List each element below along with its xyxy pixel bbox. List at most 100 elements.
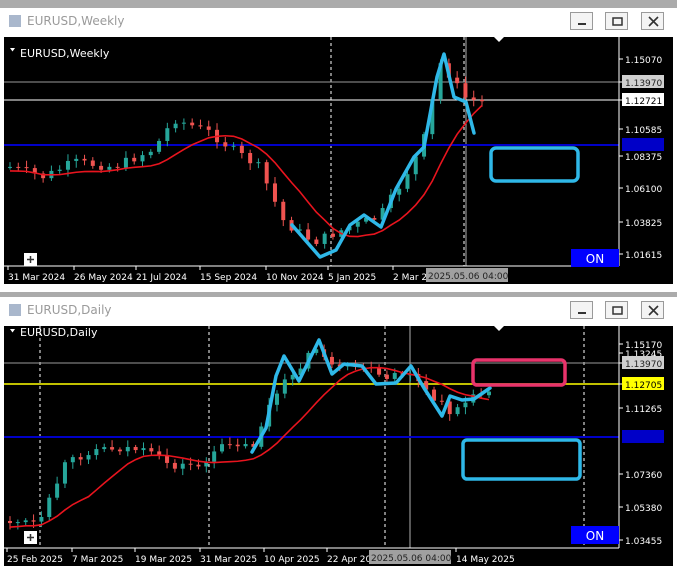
- candle-body: [322, 233, 327, 244]
- maximize-button[interactable]: [605, 12, 628, 30]
- candle-body: [140, 155, 145, 162]
- daily-window-title: EURUSD,Daily: [27, 303, 112, 317]
- candle-body: [70, 457, 75, 463]
- chart-menu-triangle-icon[interactable]: [10, 329, 15, 333]
- price-axis-label: 1.06100: [625, 185, 662, 195]
- close-icon: [648, 305, 659, 316]
- target-zone-rectangle[interactable]: [461, 438, 582, 481]
- weekly-on-label: ON: [586, 252, 604, 266]
- weekly-expand-button[interactable]: [24, 253, 37, 266]
- maximize-button[interactable]: [605, 301, 628, 319]
- weekly-title-bar[interactable]: EURUSD,Weekly: [0, 8, 677, 34]
- price-axis-label: 1.03455: [625, 537, 662, 547]
- candle-body: [102, 447, 107, 450]
- daily-chart-area[interactable]: 1.15170 1.13245 1.13970 1.12705 1.11265 1.073…: [4, 326, 673, 566]
- candle-body: [377, 367, 382, 375]
- candle-body: [173, 123, 178, 129]
- candle-body: [248, 153, 253, 164]
- candle-body: [439, 400, 444, 402]
- candle-body: [125, 446, 130, 452]
- candle-body: [123, 157, 128, 168]
- chart-window-icon: [9, 304, 21, 316]
- weekly-chart-svg[interactable]: 1.15070 1.13970 1.12721 1.10585 1.08375 1.061…: [4, 37, 673, 284]
- candle-body: [8, 521, 12, 524]
- candle-body: [231, 145, 236, 147]
- candle-body: [223, 142, 228, 147]
- candle-body: [47, 497, 52, 517]
- candle-body: [274, 393, 279, 405]
- daily-on-button[interactable]: ON: [571, 526, 619, 544]
- candle-body: [23, 520, 28, 523]
- chart-shift-marker-icon: [494, 37, 504, 42]
- weekly-chart-window: EURUSD,Weekly 1.15070 1.13970 1.12721 1.105…: [0, 8, 677, 292]
- crosshair-time-label: 2025.05.06 04:00: [371, 554, 452, 564]
- candle-body: [141, 448, 146, 451]
- time-axis-label: 19 Mar 2025: [135, 555, 192, 565]
- candle-body: [198, 125, 203, 127]
- candle-body: [15, 522, 20, 524]
- candle-body: [190, 122, 195, 126]
- chart-shift-marker-icon: [494, 326, 504, 331]
- candle-body: [196, 464, 201, 467]
- weekly-chart-area[interactable]: 1.15070 1.13970 1.12721 1.10585 1.08375 1.061…: [4, 37, 673, 284]
- candle-body: [74, 158, 79, 161]
- candle-body: [16, 166, 21, 168]
- candle-body: [480, 99, 484, 102]
- moving-average-line: [9, 104, 483, 238]
- daily-expand-button[interactable]: [24, 531, 37, 544]
- price-axis-label: 1.07360: [625, 471, 662, 481]
- candle-body: [39, 516, 44, 522]
- resistance-zone-rectangle[interactable]: [471, 358, 567, 387]
- candle-body: [181, 122, 186, 124]
- price-axis-label: 1.03825: [625, 219, 662, 229]
- minimize-button[interactable]: [570, 301, 593, 319]
- price-axis-label: 1.05380: [625, 504, 662, 514]
- minimize-button[interactable]: [570, 12, 593, 30]
- price-axis-label: 1.12705: [625, 381, 662, 391]
- weekly-on-button[interactable]: ON: [571, 249, 619, 267]
- time-axis-label: 21 Jul 2024: [136, 273, 187, 283]
- price-axis-label: 1.01615: [625, 251, 662, 261]
- maximize-icon: [612, 17, 623, 26]
- candle-body: [463, 83, 468, 98]
- daily-title-bar[interactable]: EURUSD,Daily: [0, 297, 677, 323]
- time-axis-label: 31 Mar 2024: [8, 273, 65, 283]
- support-level-tag: [622, 430, 664, 443]
- candle-body: [117, 449, 122, 452]
- price-axis-label: 1.10585: [625, 126, 662, 136]
- candle-body: [65, 160, 70, 170]
- candle-body: [405, 174, 410, 189]
- time-axis-label: 5 Jan 2025: [328, 273, 376, 283]
- candle-body: [264, 162, 269, 184]
- weekly-window-title: EURUSD,Weekly: [27, 14, 125, 28]
- candle-body: [99, 165, 104, 170]
- chart-menu-triangle-icon[interactable]: [10, 48, 15, 52]
- candle-body: [133, 446, 138, 451]
- time-axis-label: 10 Nov 2024: [266, 273, 324, 283]
- candle-body: [220, 444, 225, 452]
- candle-body: [148, 151, 153, 156]
- candle-body: [94, 449, 99, 456]
- candle-body: [256, 162, 261, 164]
- trend-drawing-line: [250, 338, 492, 454]
- time-axis-label: 14 May 2025: [456, 555, 515, 565]
- candle-body: [62, 462, 67, 484]
- price-axis-label: 1.13970: [625, 79, 662, 89]
- price-axis-label: 1.15070: [625, 56, 662, 66]
- candle-body: [24, 167, 29, 169]
- daily-chart-svg[interactable]: 1.151701.132451.139701.127051.112651.073…: [4, 326, 673, 566]
- candle-body: [281, 201, 286, 221]
- candle-body: [206, 126, 211, 130]
- close-button[interactable]: [641, 12, 664, 30]
- candle-body: [107, 166, 112, 170]
- minimize-icon: [578, 312, 586, 314]
- candle-body: [235, 444, 240, 447]
- candle-body: [463, 402, 468, 408]
- candle-body: [157, 140, 162, 152]
- time-axis-label: 15 Sep 2024: [200, 273, 257, 283]
- close-button[interactable]: [641, 301, 664, 319]
- target-zone-rectangle[interactable]: [489, 146, 580, 183]
- candle-body: [471, 97, 476, 100]
- moving-average-line: [9, 366, 490, 528]
- close-icon: [648, 16, 659, 27]
